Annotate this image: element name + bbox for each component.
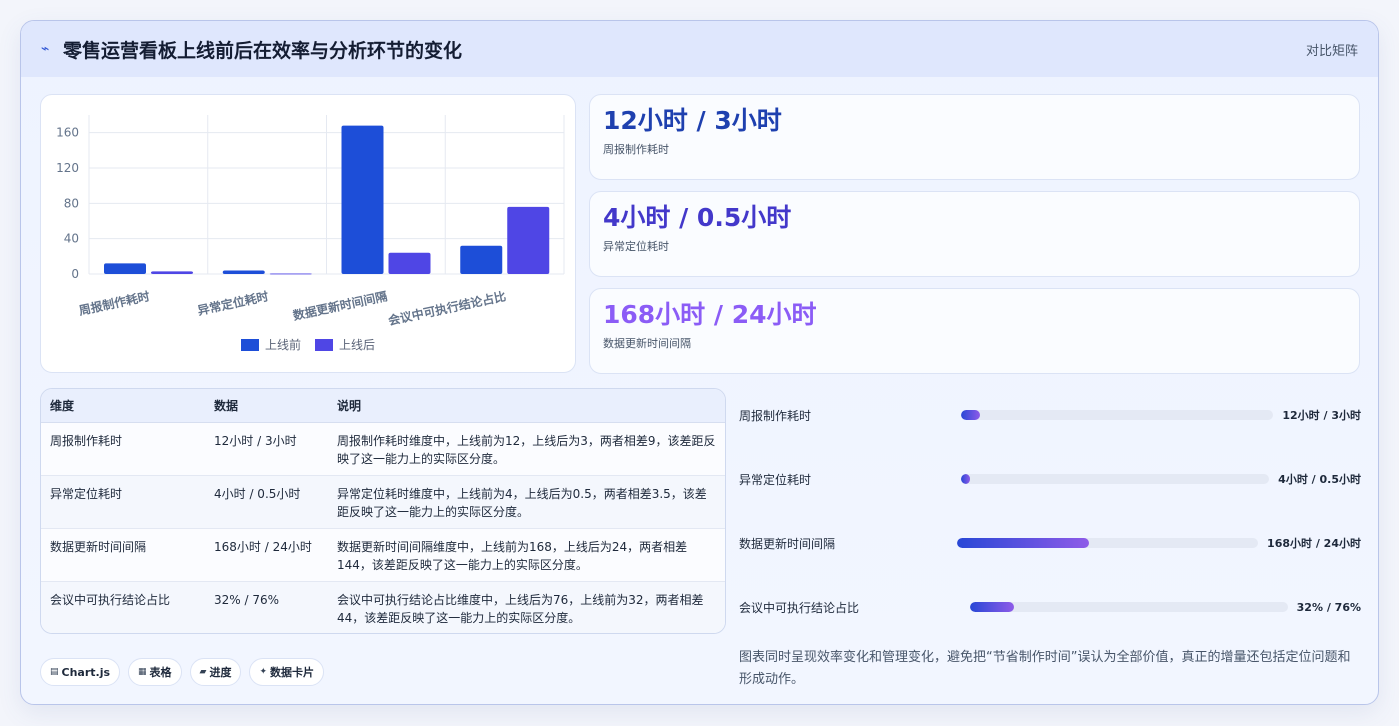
progress-label: 会议中可执行结论占比: [739, 600, 860, 615]
table-row: 数据更新时间间隔 168小时 / 24小时 数据更新时间间隔维度中，上线前为16…: [41, 528, 725, 582]
comparison-table: 维度 数据 说明 周报制作耗时 12小时 / 3小时 周报制作耗时维度中，上线前…: [41, 389, 725, 633]
table-cell-dimension: 异常定位耗时: [41, 475, 205, 529]
footer-note: 图表同时呈现效率变化和管理变化，避免把“节省制作时间”误认为全部价值，真正的增量…: [739, 650, 1351, 687]
folder-icon: ▰: [199, 667, 207, 677]
progress-label: 周报制作耗时: [739, 408, 812, 423]
table-cell-data: 32% / 76%: [214, 592, 280, 607]
table-cell-description: 数据更新时间间隔维度中，上线前为168，上线后为24，两者相差144，该差距反映…: [328, 528, 725, 582]
bar-before: [222, 270, 265, 274]
bolt-icon: ⌁: [41, 41, 50, 57]
bar-chart-card: 0 40 80 120 160 周报制作耗时 异常定位耗时 数据更新时间间隔 会议中可执行结论占…: [40, 94, 576, 373]
progress-row-update-interval: 数据更新时间间隔 168小时 / 24小时: [739, 533, 1361, 553]
tech-tags: ▤ Chart.js ▦ 表格 ▰ 进度 ✦ 数据卡片: [40, 658, 325, 686]
bar-after: [507, 206, 550, 274]
y-tick-label: 160: [56, 126, 79, 140]
table-row: 周报制作耗时 12小时 / 3小时 周报制作耗时维度中，上线前为12，上线后为3…: [41, 422, 725, 476]
legend-label-after: 上线后: [339, 338, 376, 352]
progress-value: 12小时 / 3小时: [1282, 409, 1361, 422]
table-cell-description: 周报制作耗时维度中，上线前为12，上线后为3，两者相差9，该差距反映了这一能力上…: [328, 422, 725, 476]
table-cell-dimension: 会议中可执行结论占比: [50, 592, 171, 607]
legend-swatch-after: [315, 338, 333, 351]
progress-track: [961, 474, 1270, 484]
table-header-description: 说明: [328, 389, 725, 423]
progress-track: [961, 410, 1274, 420]
y-tick-label: 120: [56, 161, 79, 175]
progress-track: [957, 538, 1259, 548]
table-cell-data: 12小时 / 3小时: [205, 422, 328, 476]
legend-label-before: 上线前: [264, 338, 301, 352]
table-header-row: 维度 数据 说明: [41, 389, 725, 423]
kpi-card-weekly-report: 12小时 / 3小时 周报制作耗时: [589, 94, 1360, 180]
kpi-card-update-interval: 168小时 / 24小时 数据更新时间间隔: [589, 288, 1360, 374]
page-title: 零售运营看板上线前后在效率与分析环节的变化: [63, 39, 463, 62]
title-wrap: ⌁ 零售运营看板上线前后在效率与分析环节的变化: [41, 36, 462, 63]
bar-after: [151, 271, 193, 274]
y-tick-label: 40: [64, 232, 79, 246]
progress-list: 周报制作耗时 12小时 / 3小时 异常定位耗时 4小时 / 0.5小时 数据更…: [739, 399, 1361, 659]
dashboard-panel: ⌁ 零售运营看板上线前后在效率与分析环节的变化 对比矩阵 0 40 80 120 160…: [20, 20, 1379, 705]
comparison-table-card: 维度 数据 说明 周报制作耗时 12小时 / 3小时 周报制作耗时维度中，上线前…: [40, 388, 726, 634]
progress-fill: [961, 474, 971, 484]
table-cell-dimension: 数据更新时间间隔: [41, 528, 205, 582]
kpi-label: 异常定位耗时: [603, 240, 669, 253]
kpi-label: 周报制作耗时: [603, 143, 669, 156]
tag-progress[interactable]: ▰ 进度: [189, 658, 242, 686]
bar-before: [341, 125, 384, 274]
y-tick-label: 80: [64, 196, 79, 210]
tag-chartjs[interactable]: ▤ Chart.js: [40, 658, 121, 686]
tag-table[interactable]: ▦ 表格: [128, 658, 182, 686]
progress-value: 4小时 / 0.5小时: [1278, 473, 1361, 486]
x-tick-label: 会议中可执行结论占比: [387, 288, 508, 328]
table-cell-dimension: 周报制作耗时: [41, 422, 205, 476]
table-row: 会议中可执行结论占比 32% / 76% 会议中可执行结论占比维度中，上线后为7…: [41, 581, 725, 633]
table-cell-description: 异常定位耗时维度中，上线前为4，上线后为0.5，两者相差3.5，该差距反映了这一…: [328, 475, 725, 529]
sparkle-icon: ✦: [259, 667, 268, 677]
chart-icon: ▤: [50, 667, 59, 677]
bar-chart: 0 40 80 120 160 周报制作耗时 异常定位耗时 数据更新时间间隔会议中可执行结论占…: [56, 115, 565, 328]
kpi-label: 数据更新时间间隔: [603, 337, 691, 350]
chart-legend: 上线前 上线后: [41, 336, 575, 353]
progress-row-weekly-report: 周报制作耗时 12小时 / 3小时: [739, 405, 1361, 425]
tag-label: 进度: [209, 666, 232, 679]
progress-track: [970, 602, 1288, 612]
legend-item-before[interactable]: 上线前: [240, 336, 301, 353]
progress-fill: [957, 538, 1090, 548]
table-icon: ▦: [138, 667, 147, 677]
progress-row-meeting-conclusions: 会议中可执行结论占比 32% / 76%: [739, 597, 1361, 617]
table-header-data: 数据: [205, 389, 328, 423]
x-tick-label: 异常定位耗时: [196, 288, 270, 318]
x-tick-label: 数据更新时间间隔: [291, 288, 388, 323]
bar-before: [104, 263, 146, 274]
table-cell-data: 168小时 / 24小时: [205, 528, 328, 582]
kpi-value: 12小时 / 3小时: [603, 106, 782, 135]
bar-before: [460, 245, 503, 274]
progress-value: 168小时 / 24小时: [1267, 537, 1361, 550]
table-row: 异常定位耗时 4小时 / 0.5小时 异常定位耗时维度中，上线前为4，上线后为0…: [41, 475, 725, 529]
progress-label: 异常定位耗时: [739, 472, 812, 487]
kpi-value: 4小时 / 0.5小时: [603, 203, 792, 232]
kpi-value: 168小时 / 24小时: [603, 300, 817, 329]
bar-after: [269, 273, 312, 275]
progress-row-anomaly: 异常定位耗时 4小时 / 0.5小时: [739, 469, 1361, 489]
table-cell-description: 会议中可执行结论占比维度中，上线后为76，上线前为32，两者相差44，该差距反映…: [337, 592, 704, 625]
x-tick-label: 周报制作耗时: [77, 288, 151, 318]
header-tag: 对比矩阵: [1305, 43, 1358, 59]
table-header-dimension: 维度: [41, 389, 205, 423]
tag-label: 表格: [149, 666, 172, 679]
panel-header: ⌁ 零售运营看板上线前后在效率与分析环节的变化 对比矩阵: [21, 21, 1378, 77]
tag-label: 数据卡片: [270, 666, 315, 679]
tag-label: Chart.js: [61, 665, 111, 679]
progress-value: 32% / 76%: [1296, 600, 1361, 614]
kpi-card-anomaly: 4小时 / 0.5小时 异常定位耗时: [589, 191, 1360, 277]
tag-data-card[interactable]: ✦ 数据卡片: [249, 658, 325, 686]
progress-label: 数据更新时间间隔: [739, 536, 836, 551]
legend-item-after[interactable]: 上线后: [315, 336, 375, 353]
legend-swatch-before: [240, 338, 259, 351]
progress-fill: [970, 602, 1015, 612]
bar-after: [388, 252, 431, 274]
progress-fill: [961, 410, 980, 420]
table-cell-data: 4小时 / 0.5小时: [205, 475, 328, 529]
y-tick-label: 0: [71, 267, 79, 281]
